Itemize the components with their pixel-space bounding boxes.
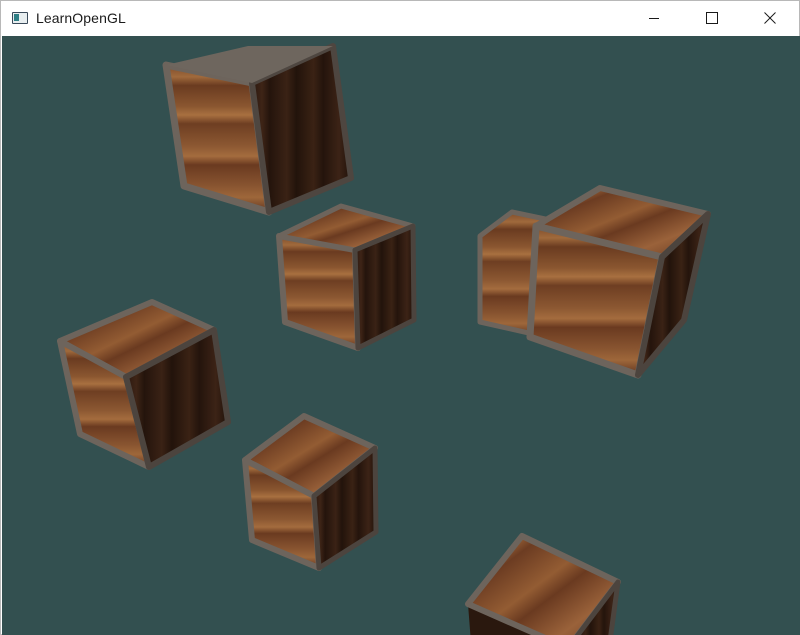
opengl-viewport[interactable] (2, 36, 800, 635)
crate-4 (526, 185, 711, 379)
window-title: LearnOpenGL (36, 10, 126, 26)
close-icon (764, 12, 776, 24)
minimize-icon (649, 18, 659, 19)
close-button[interactable] (741, 1, 799, 35)
caption-buttons (625, 1, 799, 35)
crate-5 (57, 299, 231, 470)
maximize-button[interactable] (683, 1, 741, 35)
maximize-icon (706, 12, 718, 24)
minimize-button[interactable] (625, 1, 683, 35)
crate-1 (162, 43, 354, 216)
crate-6 (242, 413, 379, 571)
app-window: LearnOpenGL (0, 0, 800, 635)
crate-7 (465, 533, 621, 635)
title-bar[interactable]: LearnOpenGL (1, 1, 799, 35)
crate-scene (57, 43, 711, 635)
crate-2 (276, 203, 417, 351)
app-window-icon (12, 12, 28, 24)
